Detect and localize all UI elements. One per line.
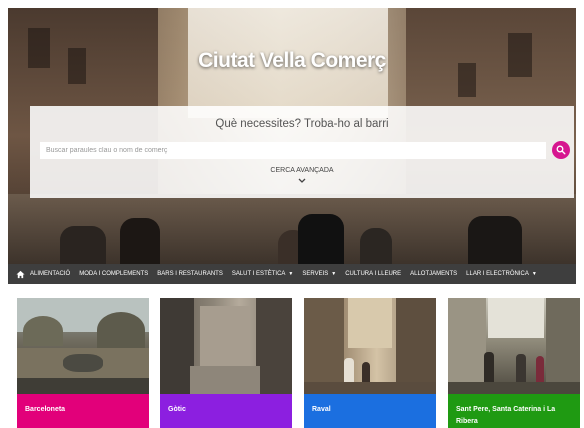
neighborhood-label: Sant Pere, Santa Caterina i La Ribera [448, 394, 580, 428]
neighborhood-label: Barceloneta [17, 394, 149, 428]
search-button[interactable] [552, 141, 570, 159]
neighborhood-label: Raval [304, 394, 436, 428]
nav-item-label: SERVEIS [302, 271, 329, 277]
search-heading: Què necessites? Troba-ho al barri [215, 118, 389, 130]
nav-home[interactable] [16, 269, 26, 279]
chevron-down-icon[interactable] [297, 177, 307, 185]
caret-down-icon: ▼ [531, 271, 537, 277]
nav-item-alimentacio[interactable]: ALIMENTACIÓ [30, 271, 70, 277]
home-icon [16, 270, 25, 278]
nav-item-salut[interactable]: SALUT I ESTÈTICA ▼ [232, 271, 294, 277]
nav-item-moda[interactable]: MODA I COMPLEMENTS [79, 271, 148, 277]
hero-crowd [8, 194, 576, 264]
nav-item-label: MODA I COMPLEMENTS [79, 271, 149, 277]
caret-down-icon: ▼ [288, 271, 294, 277]
search-panel: Què necessites? Troba-ho al barri CERCA … [30, 106, 574, 198]
nav-item-cultura[interactable]: CULTURA I LLEURE [345, 271, 401, 277]
neighborhood-label: Gòtic [160, 394, 292, 428]
neighborhood-photo [304, 298, 436, 394]
search-icon [556, 145, 566, 155]
neighborhood-photo [17, 298, 149, 394]
page-title: Ciutat Vella Comerç [198, 49, 386, 72]
nav-item-label: CULTURA I LLEURE [345, 271, 402, 277]
neighborhood-card-raval[interactable]: Raval [304, 298, 436, 428]
nav-item-label: BARS I RESTAURANTS [157, 271, 223, 277]
nav-item-label: ALLOTJAMENTS [410, 271, 458, 277]
category-nav: ALIMENTACIÓ MODA I COMPLEMENTS BARS I RE… [8, 264, 576, 284]
nav-item-allotjaments[interactable]: ALLOTJAMENTS [410, 271, 457, 277]
advanced-search-link[interactable]: CERCA AVANÇADA [30, 167, 574, 174]
nav-item-label: LLAR I ELECTRÒNICA [466, 271, 529, 277]
nav-item-bars[interactable]: BARS I RESTAURANTS [157, 271, 223, 277]
neighborhood-card-barceloneta[interactable]: Barceloneta [17, 298, 149, 428]
search-input[interactable] [40, 142, 546, 159]
nav-item-llar[interactable]: LLAR I ELECTRÒNICA ▼ [466, 271, 537, 277]
neighborhood-card-gotic[interactable]: Gòtic [160, 298, 292, 428]
caret-down-icon: ▼ [331, 271, 337, 277]
neighborhood-photo [160, 298, 292, 394]
neighborhood-photo [448, 298, 580, 394]
nav-item-serveis[interactable]: SERVEIS ▼ [302, 271, 336, 277]
nav-item-label: SALUT I ESTÈTICA [231, 271, 286, 277]
nav-item-label: ALIMENTACIÓ [30, 271, 71, 277]
neighborhood-card-sant-pere[interactable]: Sant Pere, Santa Caterina i La Ribera [448, 298, 580, 428]
